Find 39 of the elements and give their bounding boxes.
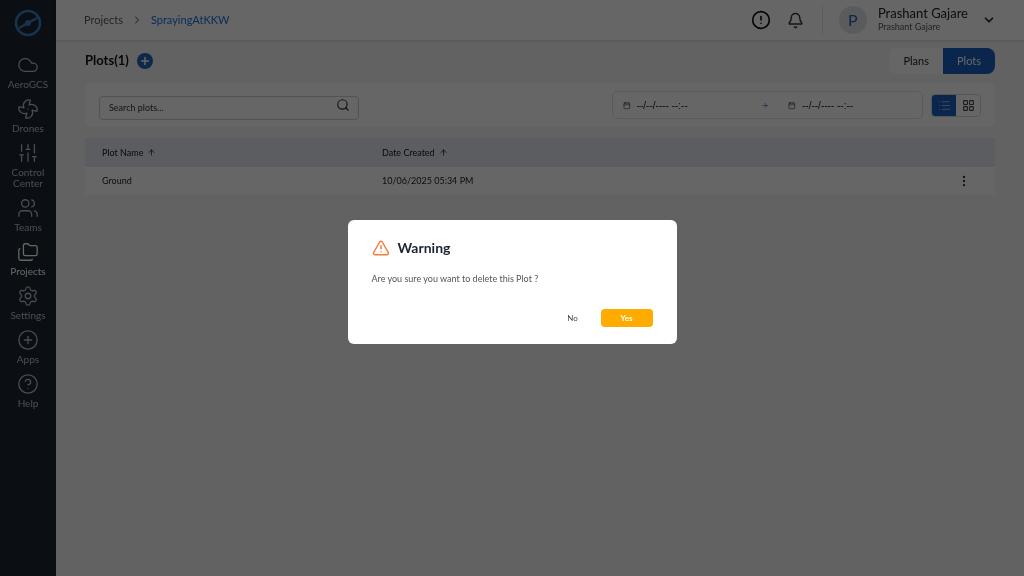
user-name: Prashant Gajare xyxy=(877,7,968,20)
tab[interactable]: Plans xyxy=(889,48,943,74)
breadcrumb-current[interactable]: SprayingAtKKW xyxy=(150,11,230,29)
no-button[interactable]: No xyxy=(554,309,591,327)
search-field[interactable]: Search plots... xyxy=(99,95,359,120)
projects-icon xyxy=(17,241,39,263)
page-title: Plots(1) xyxy=(85,51,129,71)
column-header[interactable]: Plot Name xyxy=(102,145,144,160)
start-date-input[interactable]: --/--/---- --:-- xyxy=(636,97,747,113)
sort-arrow-icon[interactable] xyxy=(147,148,157,157)
teams-icon xyxy=(17,197,39,219)
end-date-input[interactable]: --/--/---- --:-- xyxy=(802,97,912,113)
dialog-message: Are you sure you want to delete this Plot ? xyxy=(371,272,540,286)
sort-arrow-icon[interactable] xyxy=(438,148,448,157)
list-icon xyxy=(937,98,951,112)
calendar-icon xyxy=(788,99,796,111)
table-cell-text: Ground xyxy=(101,174,133,188)
plus-icon xyxy=(138,55,151,67)
warning-icon xyxy=(371,238,390,257)
sidebar-item[interactable]: Projects xyxy=(2,241,54,277)
avatar[interactable]: P xyxy=(838,6,867,34)
grid-icon xyxy=(961,98,975,112)
logo-icon xyxy=(13,8,43,38)
search-icon xyxy=(336,98,350,112)
yes-button[interactable]: Yes xyxy=(600,309,653,327)
table-cell: 10/06/2025 05:34 PM xyxy=(382,174,474,188)
calendar-icon xyxy=(623,99,631,111)
tab[interactable]: Plots xyxy=(943,48,995,74)
apps-icon xyxy=(17,329,39,351)
notification-icon[interactable] xyxy=(786,11,804,29)
user-subtitle: Prashant Gajare xyxy=(877,20,942,33)
column-header[interactable]: Date Created xyxy=(382,145,435,160)
alert-icon[interactable] xyxy=(750,10,771,30)
dialog-title: Warning xyxy=(397,238,451,258)
settings-icon xyxy=(17,285,39,307)
help-icon xyxy=(17,373,39,395)
add-button[interactable] xyxy=(136,53,153,69)
breadcrumb-link[interactable]: Projects xyxy=(84,11,123,29)
list-view-button[interactable] xyxy=(932,94,956,116)
